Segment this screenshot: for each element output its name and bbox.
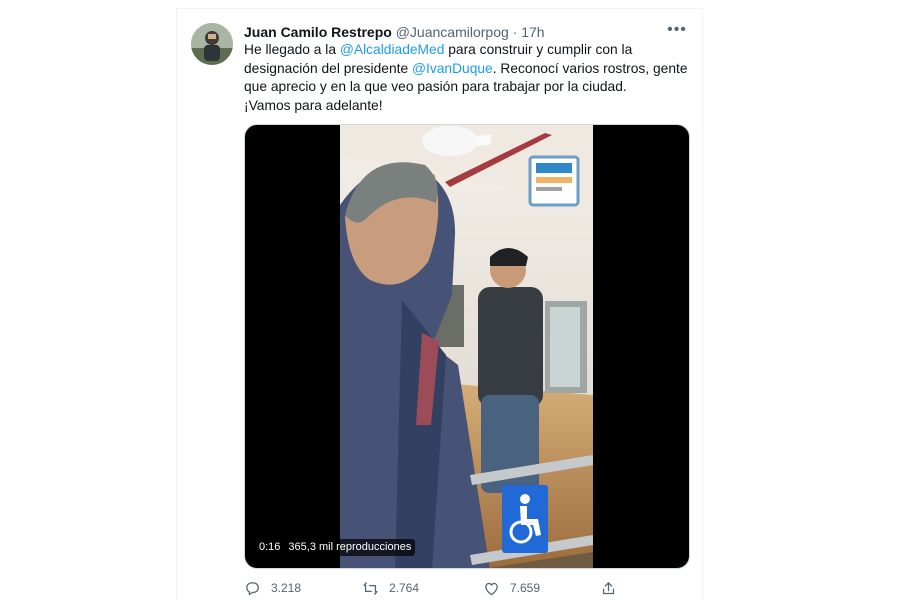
like-count: 7.659 xyxy=(510,581,541,595)
share-icon xyxy=(602,581,615,594)
reply-icon xyxy=(246,581,259,595)
avatar-image xyxy=(191,23,233,65)
video-player[interactable]: 0:16 365,3 mil reproducciones xyxy=(244,124,690,569)
retweet-icon xyxy=(363,581,378,595)
separator-dot: · xyxy=(512,24,518,40)
tweet-actions: 3.218 2.764 7.659 xyxy=(244,577,690,599)
tweet-timestamp[interactable]: 17h xyxy=(521,24,544,40)
like-icon xyxy=(485,582,498,595)
author-name[interactable]: Juan Camilo Restrepo xyxy=(244,24,392,40)
retweet-count: 2.764 xyxy=(389,581,420,595)
avatar[interactable] xyxy=(191,23,233,65)
mention-ivanduque[interactable]: @IvanDuque xyxy=(412,61,493,76)
video-thumbnail xyxy=(340,125,593,568)
more-icon[interactable]: ••• xyxy=(664,19,690,41)
video-duration: 0:16 xyxy=(259,541,281,553)
retweet-button[interactable]: 2.764 xyxy=(362,577,419,599)
like-button[interactable]: 7.659 xyxy=(483,577,540,599)
mention-alcaldia[interactable]: @AlcaldiadeMed xyxy=(340,42,445,57)
share-button[interactable] xyxy=(600,577,627,599)
video-views: 365,3 mil reproducciones xyxy=(288,541,412,553)
tweet-card[interactable]: Juan Camilo Restrepo @Juancamilorpog · 1… xyxy=(176,8,703,600)
tweet-text: He llegado a la @AlcaldiadeMed para cons… xyxy=(244,41,690,115)
video-frame[interactable] xyxy=(340,125,593,568)
author-handle[interactable]: @Juancamilorpog xyxy=(396,24,509,40)
tweet-text-closing: ¡Vamos para adelante! xyxy=(244,97,383,113)
video-info-badge: 0:16 365,3 mil reproducciones xyxy=(255,539,416,556)
reply-button[interactable]: 3.218 xyxy=(244,577,301,599)
tweet-header: Juan Camilo Restrepo @Juancamilorpog · 1… xyxy=(244,22,684,42)
tweet-text-start: He llegado a la xyxy=(244,42,340,57)
reply-count: 3.218 xyxy=(271,581,302,595)
